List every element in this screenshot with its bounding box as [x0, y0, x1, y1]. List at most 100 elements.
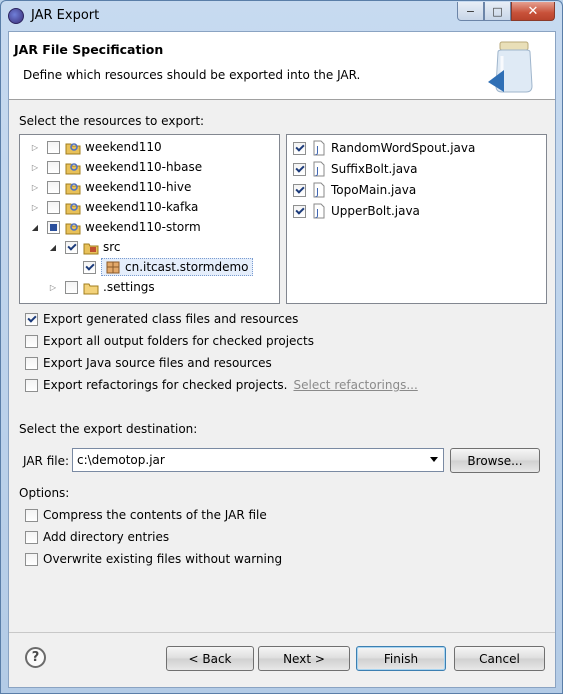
collapse-arrow-icon[interactable]: ◢ — [30, 222, 40, 232]
maximize-button[interactable]: □ — [484, 2, 511, 21]
option-label: Export Java source files and resources — [43, 356, 272, 370]
tree-item-label: weekend110 — [85, 140, 162, 154]
expand-arrow-icon[interactable]: ▷ — [48, 282, 58, 292]
option-label: Add directory entries — [43, 530, 170, 544]
help-icon[interactable]: ? — [25, 647, 46, 668]
tree-item-label: weekend110-storm — [85, 220, 201, 234]
export-class-files-option[interactable]: Export generated class files and resourc… — [25, 310, 298, 328]
next-button[interactable]: Next > — [258, 646, 350, 671]
directory-entries-option[interactable]: Add directory entries — [25, 528, 169, 546]
wizard-header: JAR File Specification Define which reso… — [9, 32, 555, 100]
file-item[interactable]: J SuffixBolt.java — [293, 159, 418, 179]
file-item-label: TopoMain.java — [331, 183, 417, 197]
destination-label: Select the export destination: — [19, 422, 198, 436]
java-project-icon — [65, 163, 81, 175]
finish-button[interactable]: Finish — [356, 646, 446, 671]
svg-text:J: J — [315, 208, 319, 219]
expand-arrow-icon[interactable]: ▷ — [30, 142, 40, 152]
tree-item[interactable]: ▷ .settings — [48, 277, 155, 297]
expand-arrow-icon[interactable]: ▷ — [30, 182, 40, 192]
tree-item-label: weekend110-hive — [85, 180, 192, 194]
tree-checkbox[interactable] — [47, 180, 60, 194]
file-checkbox[interactable] — [293, 141, 306, 155]
tree-item-label: weekend110-hbase — [85, 160, 203, 174]
svg-text:J: J — [315, 145, 319, 156]
compress-checkbox[interactable] — [25, 508, 38, 522]
expand-arrow-icon[interactable]: ▷ — [30, 202, 40, 212]
tree-checkbox[interactable] — [47, 220, 60, 234]
compress-option[interactable]: Compress the contents of the JAR file — [25, 506, 267, 524]
minimize-button[interactable]: − — [457, 2, 484, 21]
jar-file-label: JAR file: — [23, 454, 70, 468]
select-refactorings-link[interactable]: Select refactorings... — [293, 378, 417, 392]
cancel-button[interactable]: Cancel — [454, 646, 545, 671]
jar-file-combo[interactable]: c:\demotop.jar — [72, 448, 444, 472]
jar-banner-icon — [488, 41, 533, 93]
folder-icon — [83, 283, 99, 295]
java-file-icon: J — [313, 140, 325, 156]
option-label: Export refactorings for checked projects… — [43, 378, 288, 392]
file-item[interactable]: J TopoMain.java — [293, 180, 416, 200]
expand-arrow-icon[interactable]: ▷ — [30, 162, 40, 172]
export-class-files-checkbox[interactable] — [25, 312, 38, 326]
tree-checkbox[interactable] — [65, 280, 78, 294]
java-file-icon: J — [313, 161, 325, 177]
option-label: Overwrite existing files without warning — [43, 552, 283, 566]
option-label: Export all output folders for checked pr… — [43, 334, 314, 348]
java-project-icon — [65, 143, 81, 155]
eclipse-icon — [8, 8, 24, 24]
export-output-folders-checkbox[interactable] — [25, 334, 38, 348]
export-output-folders-option[interactable]: Export all output folders for checked pr… — [25, 332, 314, 350]
jar-file-input[interactable]: c:\demotop.jar — [77, 453, 165, 467]
tree-checkbox[interactable] — [47, 140, 60, 154]
collapse-arrow-icon[interactable]: ◢ — [48, 242, 58, 252]
export-source-files-checkbox[interactable] — [25, 356, 38, 370]
java-file-icon: J — [313, 203, 325, 219]
close-button[interactable]: ✕ — [511, 2, 555, 21]
back-button[interactable]: < Back — [166, 646, 254, 671]
java-project-icon — [65, 203, 81, 215]
file-item[interactable]: J UpperBolt.java — [293, 201, 420, 221]
tree-item[interactable]: ▷ weekend110-hbase — [30, 157, 202, 177]
browse-button[interactable]: Browse... — [450, 448, 540, 473]
tree-item-selected[interactable]: cn.itcast.stormdemo — [66, 257, 253, 277]
java-file-icon: J — [313, 182, 325, 198]
export-refactorings-option[interactable]: Export refactorings for checked projects… — [25, 376, 418, 394]
dialog-content: JAR File Specification Define which reso… — [8, 31, 556, 688]
tree-item[interactable]: ◢ weekend110-storm — [30, 217, 201, 237]
tree-checkbox[interactable] — [83, 260, 96, 274]
source-folder-icon — [83, 243, 99, 255]
selected-item-box[interactable]: cn.itcast.stormdemo — [101, 258, 253, 276]
dropdown-arrow-icon[interactable] — [430, 457, 438, 462]
tree-checkbox[interactable] — [65, 240, 78, 254]
tree-checkbox[interactable] — [47, 160, 60, 174]
tree-item-label: cn.itcast.stormdemo — [125, 260, 249, 274]
tree-item[interactable]: ▷ weekend110-hive — [30, 177, 191, 197]
tree-item-label: weekend110-kafka — [85, 200, 199, 214]
overwrite-checkbox[interactable] — [25, 552, 38, 566]
overwrite-option[interactable]: Overwrite existing files without warning — [25, 550, 282, 568]
export-source-files-option[interactable]: Export Java source files and resources — [25, 354, 272, 372]
file-list[interactable]: J RandomWordSpout.java J SuffixBolt.java… — [286, 134, 547, 304]
tree-item[interactable]: ▷ weekend110 — [30, 137, 162, 157]
file-checkbox[interactable] — [293, 204, 306, 218]
export-refactorings-checkbox[interactable] — [25, 378, 38, 392]
window-title: JAR Export — [31, 8, 100, 23]
page-description: Define which resources should be exporte… — [23, 68, 361, 82]
title-bar[interactable]: JAR Export − □ ✕ — [1, 1, 562, 31]
java-project-icon — [65, 183, 81, 195]
tree-item-label: .settings — [103, 280, 155, 294]
file-checkbox[interactable] — [293, 183, 306, 197]
directory-entries-checkbox[interactable] — [25, 530, 38, 544]
option-label: Compress the contents of the JAR file — [43, 508, 267, 522]
options-label: Options: — [19, 486, 70, 500]
project-tree[interactable]: ▷ weekend110 ▷ weekend110-hbase ▷ weeken… — [19, 134, 280, 304]
file-item[interactable]: J RandomWordSpout.java — [293, 138, 475, 158]
file-checkbox[interactable] — [293, 162, 306, 176]
option-label: Export generated class files and resourc… — [43, 312, 299, 326]
tree-checkbox[interactable] — [47, 200, 60, 214]
page-title: JAR File Specification — [14, 42, 164, 57]
tree-item[interactable]: ◢ src — [48, 237, 121, 257]
tree-item[interactable]: ▷ weekend110-kafka — [30, 197, 198, 217]
svg-text:J: J — [315, 166, 319, 177]
